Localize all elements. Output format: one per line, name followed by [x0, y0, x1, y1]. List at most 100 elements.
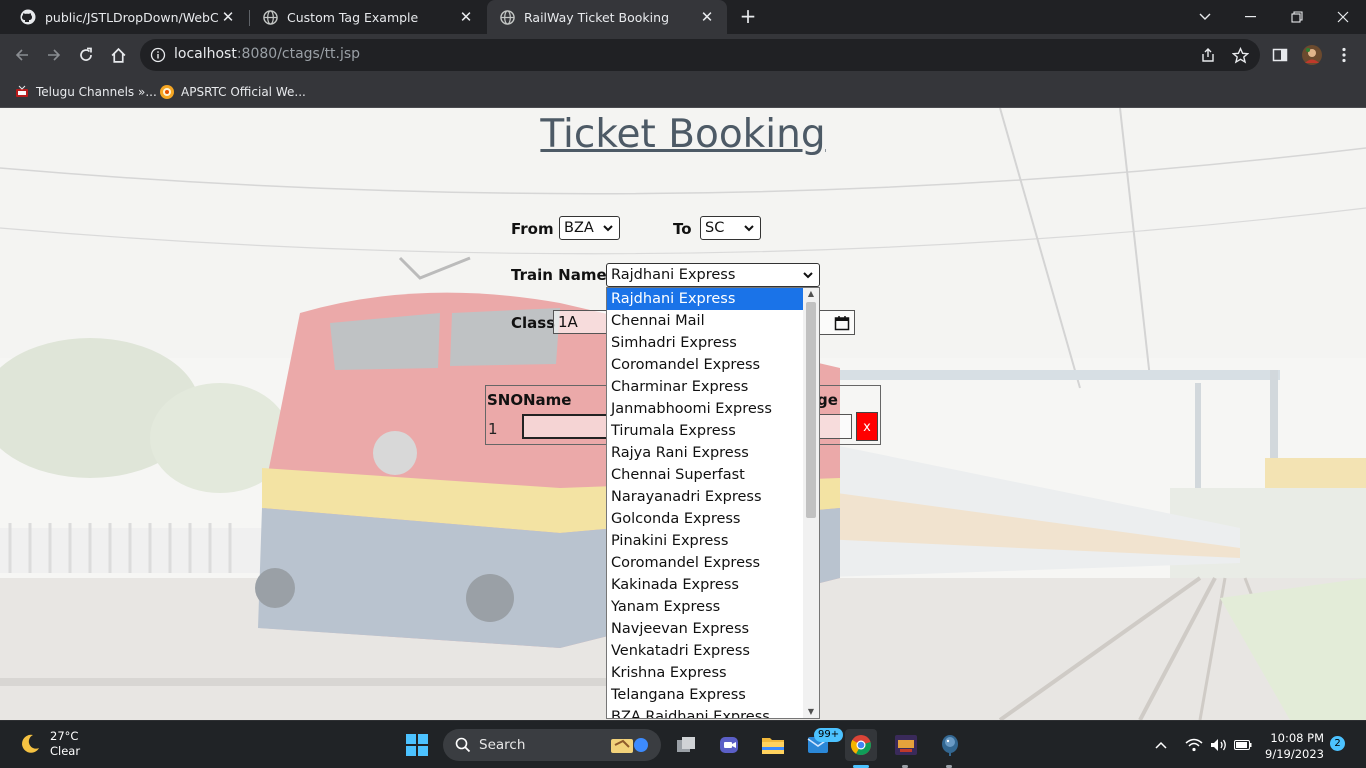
minimize-icon[interactable]: [1228, 0, 1274, 34]
chrome-icon[interactable]: [845, 729, 877, 761]
dropdown-option[interactable]: Navjeevan Express: [607, 618, 803, 640]
passenger-name-input[interactable]: [522, 414, 612, 439]
tab-custom-tag[interactable]: Custom Tag Example ✕: [250, 0, 486, 34]
bookmark-label: Telugu Channels »...: [36, 85, 157, 99]
to-select[interactable]: SC: [700, 216, 761, 240]
browser-toolbar: localhost:8080/ctags/tt.jsp: [0, 34, 1366, 76]
chevron-down-icon: [803, 272, 813, 279]
wifi-icon[interactable]: [1185, 721, 1203, 768]
dropdown-option[interactable]: Rajya Rani Express: [607, 442, 803, 464]
tab-search-icon[interactable]: [1182, 0, 1228, 34]
from-select[interactable]: BZA: [559, 216, 620, 240]
tab-close-icon[interactable]: ✕: [697, 8, 717, 26]
address-bar[interactable]: localhost:8080/ctags/tt.jsp: [140, 39, 1260, 71]
dropdown-option[interactable]: Charminar Express: [607, 376, 803, 398]
task-view-icon[interactable]: [670, 729, 702, 761]
to-select-value: SC: [705, 220, 725, 236]
train-name-label: Train Name: [511, 266, 607, 284]
dropdown-option[interactable]: Tirumala Express: [607, 420, 803, 442]
profile-avatar-icon[interactable]: [1300, 43, 1324, 67]
menu-icon[interactable]: [1332, 43, 1356, 67]
dropdown-option[interactable]: Narayanadri Express: [607, 486, 803, 508]
bookmark-telugu-channels[interactable]: Telugu Channels »...: [14, 82, 157, 102]
tab-title: Custom Tag Example: [287, 9, 419, 25]
tab-close-icon[interactable]: ✕: [218, 8, 238, 26]
mail-badge: 99+: [814, 728, 844, 742]
dropdown-option[interactable]: Yanam Express: [607, 596, 803, 618]
col-header-age: ge: [817, 391, 838, 409]
postgres-icon[interactable]: [934, 729, 966, 761]
weather-widget[interactable]: 27°C Clear: [18, 729, 80, 759]
home-icon[interactable]: [106, 43, 130, 67]
restore-icon[interactable]: [1274, 0, 1320, 34]
battery-icon[interactable]: [1234, 721, 1252, 768]
app-icon-game[interactable]: [890, 729, 922, 761]
dropdown-option[interactable]: Simhadri Express: [607, 332, 803, 354]
search-icon: [455, 737, 471, 753]
dropdown-option[interactable]: Golconda Express: [607, 508, 803, 530]
url-path: :8080/ctags/tt.jsp: [236, 46, 361, 62]
dropdown-option[interactable]: Coromandel Express: [607, 552, 803, 574]
tray-overflow-icon[interactable]: [1155, 721, 1167, 768]
train-name-value: Rajdhani Express: [611, 267, 736, 283]
volume-icon[interactable]: [1210, 721, 1228, 768]
scroll-down-icon[interactable]: ▼: [803, 706, 819, 718]
dropdown-scrollbar[interactable]: ▲ ▼: [803, 288, 819, 718]
dropdown-option[interactable]: Chennai Superfast: [607, 464, 803, 486]
reload-icon[interactable]: [74, 43, 98, 67]
calendar-icon[interactable]: [834, 315, 850, 331]
teams-icon[interactable]: [713, 729, 745, 761]
tab-github[interactable]: public/JSTLDropDown/WebConte ✕: [8, 0, 248, 34]
back-icon[interactable]: [10, 43, 34, 67]
new-tab-icon[interactable]: +: [737, 5, 759, 27]
tab-title: RailWay Ticket Booking: [524, 9, 670, 25]
dropdown-option[interactable]: Pinakini Express: [607, 530, 803, 552]
moon-icon: [22, 734, 39, 753]
taskbar-search[interactable]: Search: [443, 729, 661, 761]
notification-badge[interactable]: 2: [1330, 736, 1345, 751]
bookmark-apsrtc[interactable]: APSRTC Official We...: [159, 82, 306, 102]
dropdown-option[interactable]: Rajdhani Express: [607, 288, 803, 310]
page-viewport: Ticket Booking From BZA To SC Train Name…: [0, 108, 1366, 720]
close-window-icon[interactable]: [1320, 0, 1366, 34]
system-clock[interactable]: 10:08 PM 9/19/2023: [1262, 730, 1324, 762]
booking-page: Ticket Booking From BZA To SC Train Name…: [0, 108, 1366, 720]
dropdown-option[interactable]: Coromandel Express: [607, 354, 803, 376]
dropdown-option[interactable]: Krishna Express: [607, 662, 803, 684]
clock-date: 9/19/2023: [1265, 747, 1324, 761]
file-explorer-icon[interactable]: [757, 729, 789, 761]
url-host: localhost: [174, 46, 237, 62]
dropdown-option[interactable]: BZA Rajdhani Express: [607, 706, 803, 718]
dropdown-option[interactable]: Chennai Mail: [607, 310, 803, 332]
globe-icon: [499, 9, 515, 25]
bookmarks-bar: Telugu Channels »... APSRTC Official We.…: [0, 76, 1366, 108]
windows-taskbar: 27°C Clear Search 99+ 10:08 PM 9/19/2023: [0, 720, 1366, 768]
scrollbar-thumb[interactable]: [806, 302, 816, 518]
side-panel-icon[interactable]: [1268, 43, 1292, 67]
start-button[interactable]: [401, 729, 433, 761]
class-label: Class: [511, 314, 556, 332]
site-info-icon[interactable]: [150, 47, 166, 63]
tab-railway-booking[interactable]: RailWay Ticket Booking ✕: [487, 0, 727, 34]
share-icon[interactable]: [1196, 43, 1220, 67]
forward-icon[interactable]: [42, 43, 66, 67]
bookmark-star-icon[interactable]: [1228, 43, 1252, 67]
train-name-select[interactable]: Rajdhani Express: [606, 263, 820, 287]
bookmark-label: APSRTC Official We...: [181, 85, 306, 99]
chevron-down-icon: [603, 225, 613, 232]
scroll-up-icon[interactable]: ▲: [803, 288, 819, 300]
dropdown-option[interactable]: Janmabhoomi Express: [607, 398, 803, 420]
from-label: From: [511, 220, 554, 238]
weather-condition: Clear: [50, 744, 81, 758]
dropdown-option[interactable]: Kakinada Express: [607, 574, 803, 596]
dropdown-option[interactable]: Venkatadri Express: [607, 640, 803, 662]
row-sno: 1: [488, 420, 498, 438]
tab-close-icon[interactable]: ✕: [456, 8, 476, 26]
windows-logo-icon: [406, 734, 428, 756]
chevron-down-icon: [744, 225, 754, 232]
dropdown-option[interactable]: Telangana Express: [607, 684, 803, 706]
remove-row-button[interactable]: x: [856, 412, 878, 441]
tab-strip: public/JSTLDropDown/WebConte ✕ Custom Ta…: [0, 0, 1366, 34]
train-name-dropdown-list[interactable]: Rajdhani Express Chennai Mail Simhadri Exp…: [606, 287, 820, 719]
class-input[interactable]: 1A: [553, 310, 609, 334]
